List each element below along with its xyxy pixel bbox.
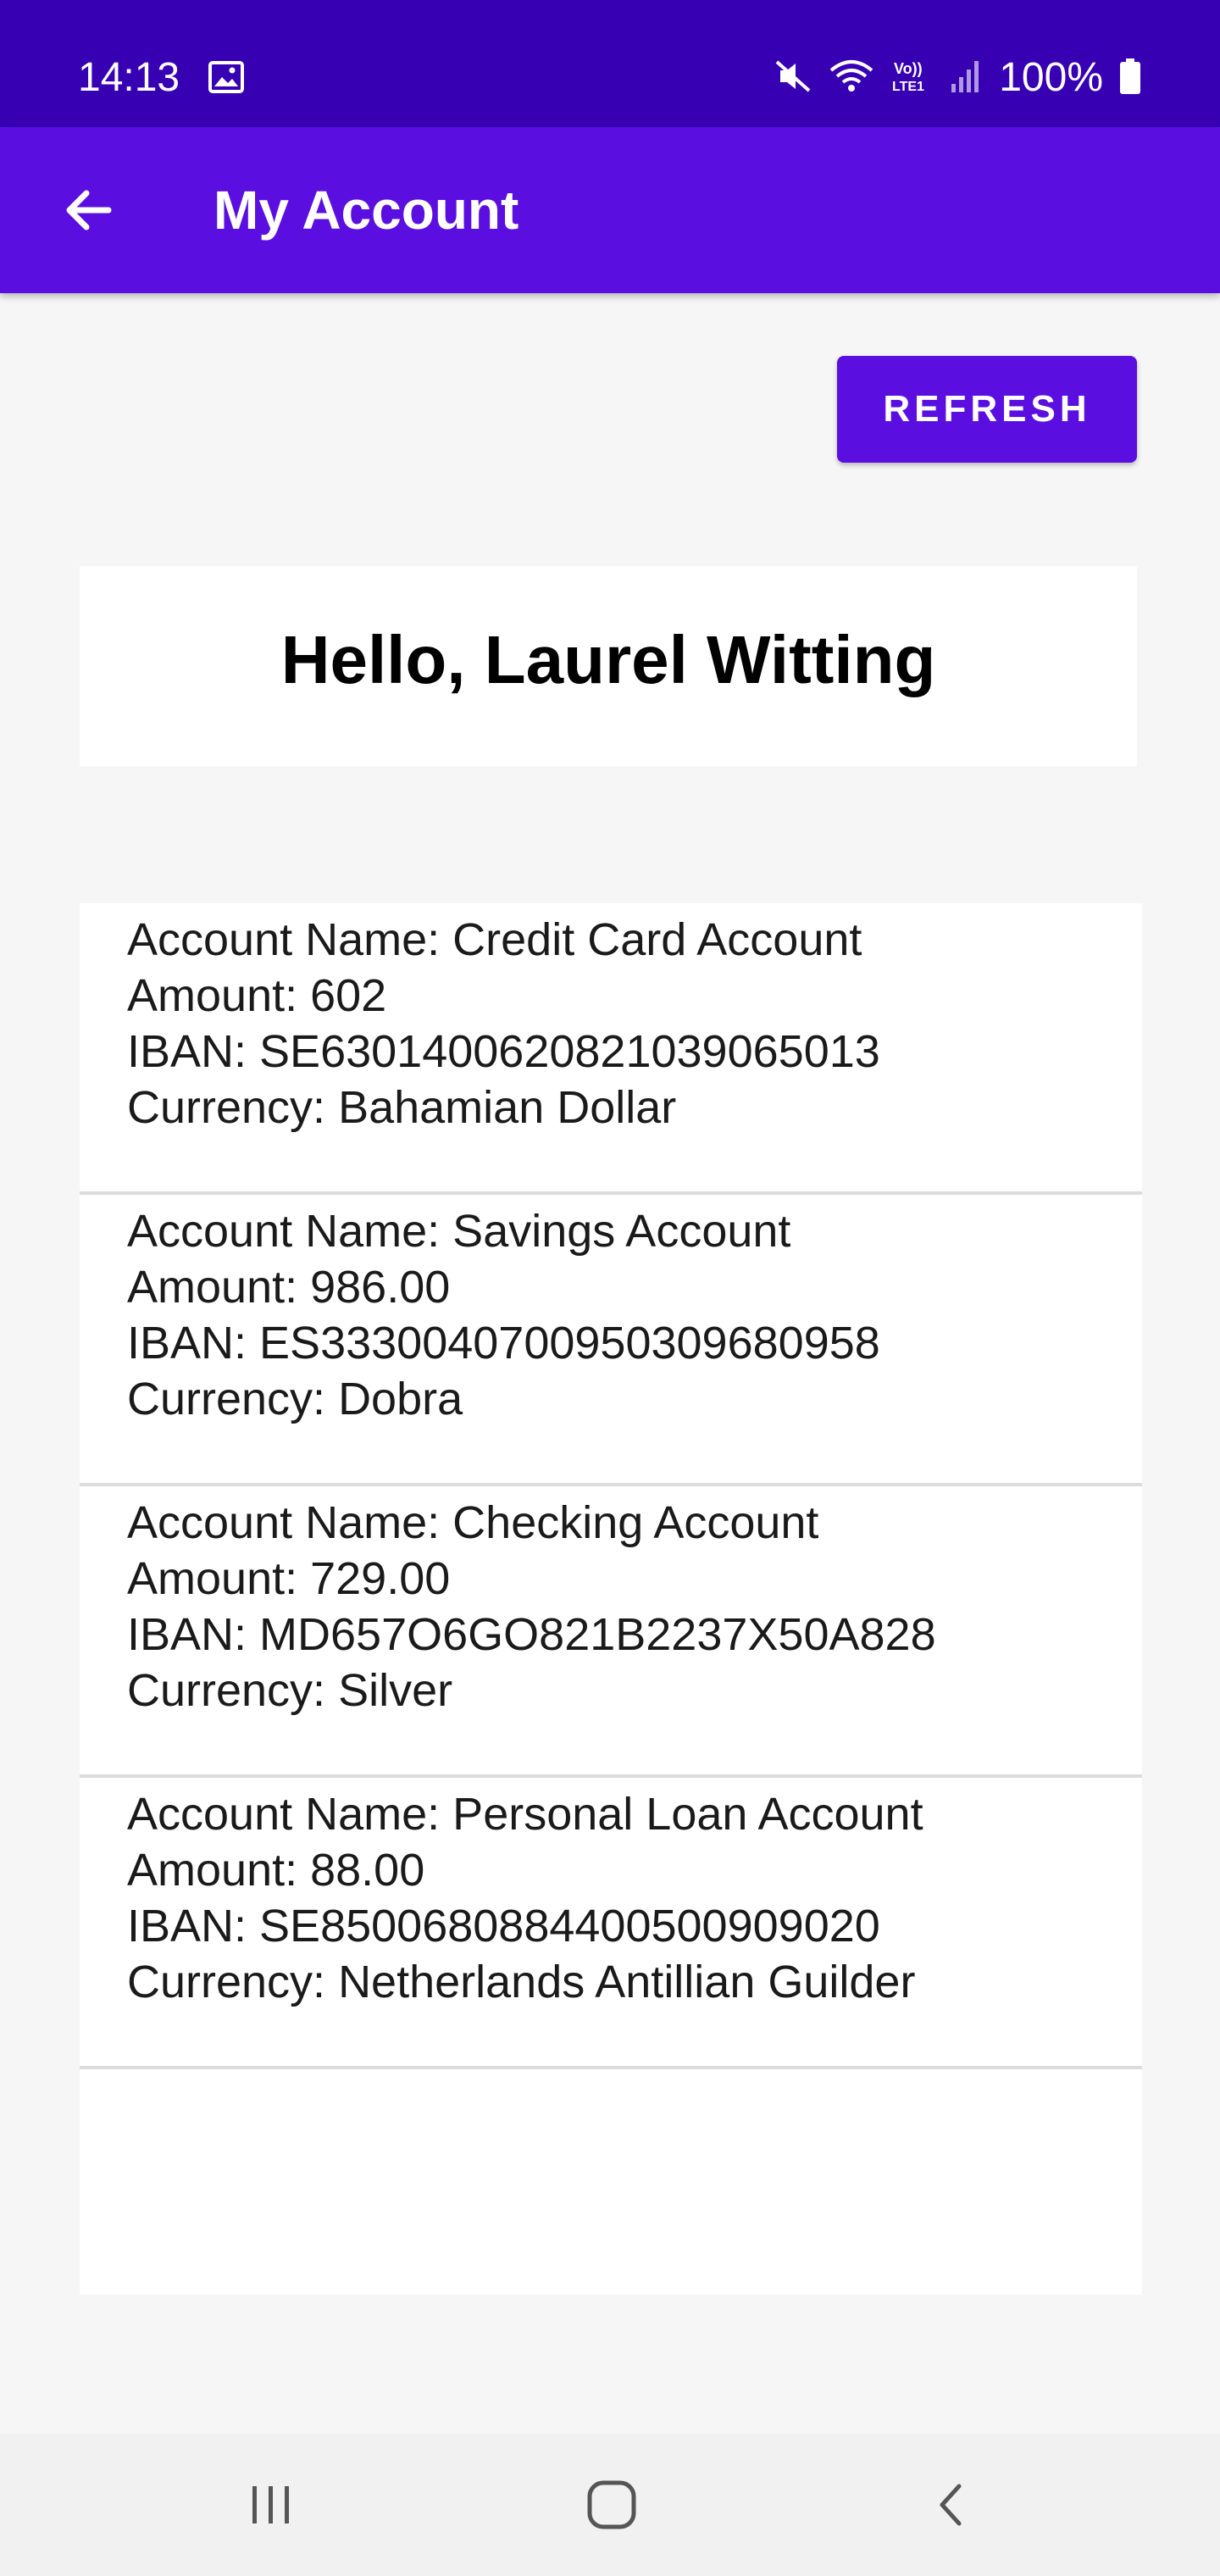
home-button[interactable] [569, 2462, 654, 2547]
account-item[interactable]: Account Name: Savings Account Amount: 98… [80, 1195, 1142, 1486]
account-item[interactable]: Account Name: Personal Loan Account Amou… [80, 1778, 1142, 2069]
account-name: Account Name: Credit Card Account [127, 914, 862, 965]
arrow-left-icon [66, 190, 112, 230]
status-icons: Vo)) LTE1 100% [774, 53, 1142, 103]
account-item[interactable]: Account Name: Checking Account Amount: 7… [80, 1486, 1142, 1778]
accounts-list[interactable]: Account Name: Credit Card Account Amount… [80, 903, 1142, 2295]
account-name: Account Name: Checking Account [127, 1497, 819, 1548]
battery-icon [1118, 57, 1142, 100]
recent-apps-button[interactable] [229, 2462, 313, 2547]
account-amount: Amount: 88.00 [127, 1845, 425, 1896]
account-currency: Currency: Dobra [127, 1374, 463, 1424]
greeting-card: Hello, Laurel Witting [80, 566, 1137, 766]
page-title: My Account [214, 180, 519, 241]
account-amount: Amount: 986.00 [127, 1262, 451, 1313]
nav-back-button[interactable] [910, 2462, 995, 2547]
battery-percentage: 100% [999, 55, 1103, 100]
account-item[interactable]: Account Name: Credit Card Account Amount… [80, 903, 1142, 1195]
refresh-button[interactable]: REFRESH [837, 356, 1137, 463]
wifi-icon [828, 57, 875, 100]
account-currency: Currency: Bahamian Dollar [127, 1082, 677, 1133]
app-bar: My Account [0, 127, 1220, 293]
greeting-text: Hello, Laurel Witting [280, 622, 936, 697]
account-iban: IBAN: SE6301400620821039065013 [127, 1026, 880, 1077]
account-iban: IBAN: SE8500680884400500909020 [127, 1901, 880, 1951]
home-icon [587, 2480, 636, 2529]
account-amount: Amount: 602 [127, 970, 387, 1021]
account-iban: IBAN: MD657O6GO821B2237X50A828 [127, 1609, 936, 1660]
account-name: Account Name: Personal Loan Account [127, 1789, 923, 1840]
account-iban: IBAN: ES3330040700950309680958 [127, 1318, 880, 1368]
account-currency: Currency: Netherlands Antillian Guilder [127, 1957, 916, 2007]
navigation-bar [0, 2434, 1220, 2576]
volte-icon: Vo)) LTE1 [890, 57, 934, 100]
image-icon [208, 61, 244, 93]
svg-text:Vo)): Vo)) [894, 60, 923, 77]
account-name: Account Name: Savings Account [127, 1206, 791, 1257]
back-icon [940, 2484, 962, 2526]
mute-icon [774, 57, 812, 100]
account-currency: Currency: Silver [127, 1665, 453, 1716]
back-button[interactable] [41, 163, 136, 258]
account-amount: Amount: 729.00 [127, 1553, 451, 1604]
status-time: 14:13 [78, 55, 180, 100]
recent-apps-icon [252, 2486, 289, 2523]
svg-text:LTE1: LTE1 [892, 80, 924, 94]
status-bar: 14:13 Vo)) LTE1 100% [0, 0, 1220, 127]
signal-icon [950, 57, 984, 100]
